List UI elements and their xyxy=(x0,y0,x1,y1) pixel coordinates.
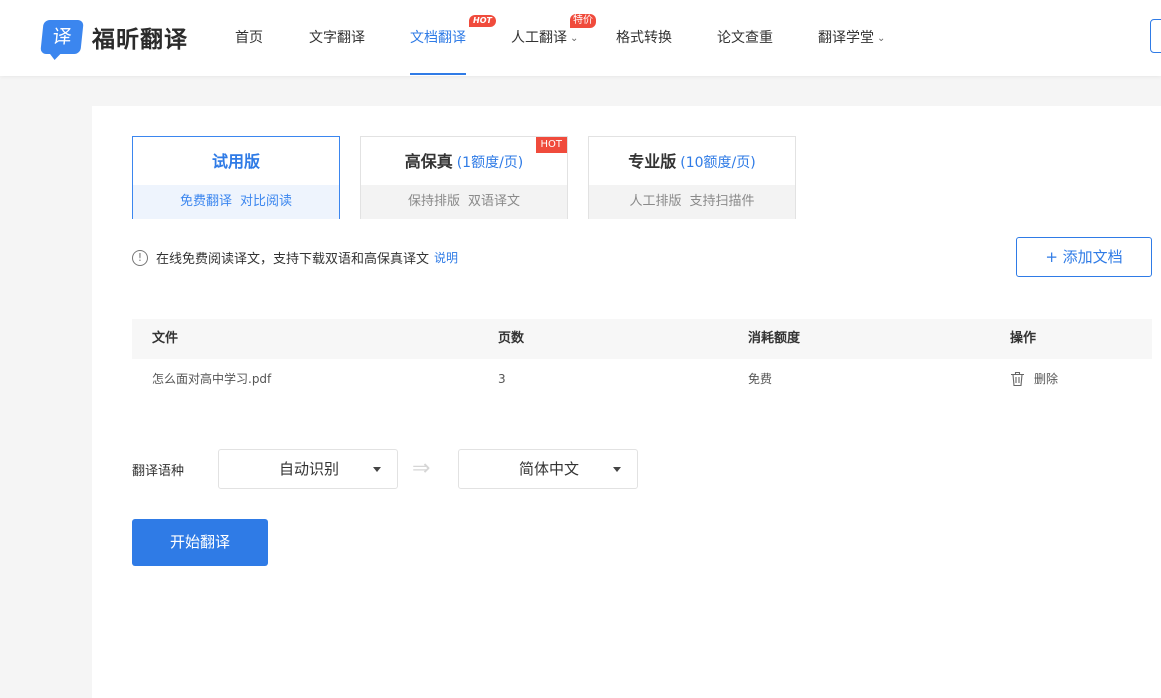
version-tag: 双语译文 xyxy=(468,194,521,209)
info-icon: ! xyxy=(132,249,148,266)
top-header: 译 福昕翻译 首页 文字翻译 文档翻译 HOT 人工翻译 ⌄ 特价 格式转换 论文… xyxy=(0,0,1161,76)
notice-text: 在线免费阅读译文，支持下载双语和高保真译文 xyxy=(156,252,430,267)
trash-icon xyxy=(1011,371,1024,387)
start-translate-button[interactable]: 开始翻译 xyxy=(132,519,268,566)
delete-label: 删除 xyxy=(1034,372,1059,386)
caret-down-icon xyxy=(613,467,621,472)
nav-format-convert[interactable]: 格式转换 xyxy=(616,27,672,47)
nav-academy[interactable]: 翻译学堂 ⌄ xyxy=(818,27,885,47)
nav-text-translate[interactable]: 文字翻译 xyxy=(309,27,365,47)
version-tag: 对比阅读 xyxy=(240,194,293,209)
file-pages: 3 xyxy=(498,372,506,386)
chevron-down-icon: ⌄ xyxy=(570,33,579,44)
version-tag: 免费翻译 xyxy=(179,194,232,209)
version-title: 专业版 (10额度/页) xyxy=(589,137,795,185)
target-language-select[interactable]: 简体中文 xyxy=(458,449,638,489)
table-header: 文件 页数 消耗额度 操作 xyxy=(132,319,1152,359)
source-language-value: 自动识别 xyxy=(278,460,339,478)
version-tag: 保持排版 xyxy=(407,194,460,209)
version-title: 试用版 xyxy=(211,152,260,171)
add-document-button[interactable]: + 添加文档 xyxy=(1016,237,1152,277)
version-tags: 人工排版 支持扫描件 xyxy=(589,185,795,219)
version-title-text: 高保真 xyxy=(404,152,453,171)
main-panel: 试用版 免费翻译 对比阅读 HOT 高保真 (1额度/页) 保持排版 双语译文 专业版… xyxy=(92,106,1161,698)
table-row: 怎么面对高中学习.pdf 3 免费 删除 xyxy=(132,359,1152,399)
brand-logo[interactable]: 译 福昕翻译 xyxy=(40,20,188,54)
source-language-select[interactable]: 自动识别 xyxy=(218,449,398,489)
column-header-file: 文件 xyxy=(152,331,179,346)
logo-mark-icon: 译 xyxy=(40,20,84,54)
logo-text: 福昕翻译 xyxy=(92,27,188,53)
language-label: 翻译语种 xyxy=(132,464,185,479)
active-tab-indicator xyxy=(410,73,466,75)
version-title-text: 专业版 xyxy=(628,152,677,171)
file-name: 怎么面对高中学习.pdf xyxy=(152,372,272,386)
version-tag: 人工排版 xyxy=(629,194,682,209)
version-card-hifi[interactable]: HOT 高保真 (1额度/页) 保持排版 双语译文 xyxy=(360,136,568,219)
notice-help-link[interactable]: 说明 xyxy=(434,249,458,266)
file-cost: 免费 xyxy=(748,372,773,386)
header-action-button[interactable] xyxy=(1150,19,1161,53)
version-tags: 保持排版 双语译文 xyxy=(361,185,567,219)
nav-academy-label: 翻译学堂 xyxy=(818,30,874,46)
delete-button[interactable]: 删除 xyxy=(1010,359,1058,399)
column-header-action: 操作 xyxy=(1010,331,1037,346)
arrow-right-icon: ⇒ xyxy=(412,456,431,481)
chevron-down-icon: ⌄ xyxy=(877,33,886,44)
column-header-pages: 页数 xyxy=(498,331,525,346)
nav-doc-translate[interactable]: 文档翻译 xyxy=(410,27,466,47)
nav-human-translate-label: 人工翻译 xyxy=(511,30,567,46)
hot-badge: HOT xyxy=(469,15,496,27)
version-quota: (10额度/页) xyxy=(680,155,756,171)
version-tag: 支持扫描件 xyxy=(689,194,755,209)
target-language-value: 简体中文 xyxy=(518,460,579,478)
nav-plagiarism-check[interactable]: 论文查重 xyxy=(717,27,773,47)
nav-human-translate[interactable]: 人工翻译 ⌄ xyxy=(511,27,578,47)
version-card-trial[interactable]: 试用版 免费翻译 对比阅读 xyxy=(132,136,340,219)
hot-badge: HOT xyxy=(535,137,567,153)
version-quota: (1额度/页) xyxy=(456,155,524,171)
sale-badge: 特价 xyxy=(570,14,596,28)
version-card-pro[interactable]: 专业版 (10额度/页) 人工排版 支持扫描件 xyxy=(588,136,796,219)
version-tags: 免费翻译 对比阅读 xyxy=(133,185,339,219)
nav-home[interactable]: 首页 xyxy=(235,27,263,47)
column-header-cost: 消耗额度 xyxy=(748,331,801,346)
file-table: 文件 页数 消耗额度 操作 怎么面对高中学习.pdf 3 免费 删除 xyxy=(132,319,1152,399)
caret-down-icon xyxy=(373,467,381,472)
notice-bar: ! 在线免费阅读译文，支持下载双语和高保真译文 说明 xyxy=(132,248,458,267)
